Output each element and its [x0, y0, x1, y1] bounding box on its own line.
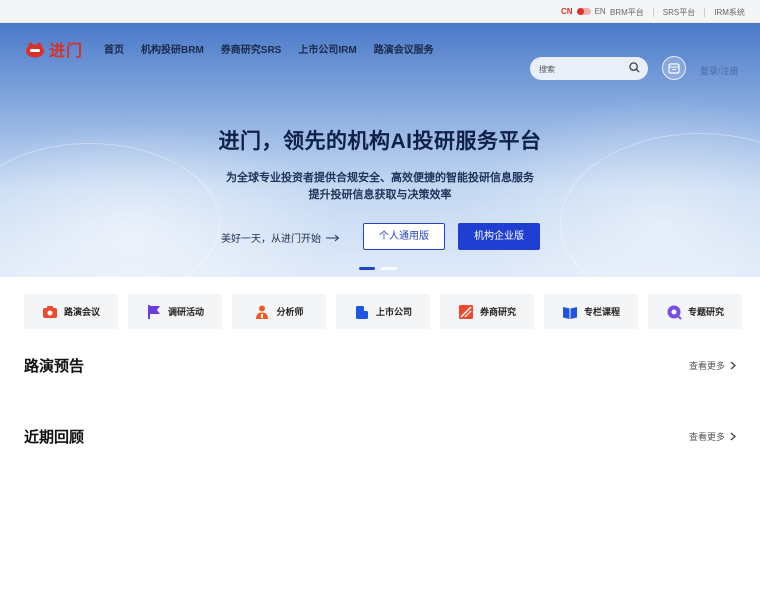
- hero-title: 进门，领先的机构AI投研服务平台: [218, 130, 542, 153]
- search-placeholder: 搜索: [539, 65, 555, 74]
- language-switch[interactable]: CN EN: [561, 7, 606, 16]
- login-register-link[interactable]: 登录/注册: [700, 64, 739, 77]
- upcoming-roadshows-section: 路演预告 查看更多: [24, 355, 736, 376]
- divider: [704, 8, 706, 17]
- category-topic-research[interactable]: 专题研究: [648, 294, 742, 329]
- logo-text: 进门: [49, 43, 84, 60]
- hero-cta-text: 美好一天，从进门开始: [221, 230, 340, 245]
- link-srs-platform[interactable]: SRS平台: [663, 7, 695, 18]
- section-title-upcoming: 路演预告: [24, 358, 85, 375]
- carousel-indicators: [359, 267, 397, 270]
- top-utility-bar: CN EN BRM平台 SRS平台 IRM系统: [0, 0, 760, 23]
- hero-subtitle-secondary: 提升投研信息获取与决策效率: [308, 189, 452, 201]
- category-label: 调研活动: [167, 307, 204, 317]
- view-more-link[interactable]: 查看更多: [689, 359, 736, 372]
- category-column-course[interactable]: 专栏课程: [544, 294, 638, 329]
- chevron-right-icon: [730, 432, 736, 441]
- category-research-activity[interactable]: 调研活动: [128, 294, 222, 329]
- category-broker-research[interactable]: 券商研究: [440, 294, 534, 329]
- nav-item-brm[interactable]: 机构投研BRM: [141, 41, 204, 56]
- category-roadshow[interactable]: 路演会议: [24, 294, 118, 329]
- enterprise-edition-button[interactable]: 机构企业版: [458, 223, 540, 250]
- view-more-label: 查看更多: [688, 432, 725, 442]
- carousel-dot-active[interactable]: [359, 267, 375, 270]
- search-icon[interactable]: [629, 62, 640, 73]
- carousel-dot[interactable]: [381, 267, 397, 270]
- logo-mark-icon: [26, 42, 44, 58]
- link-brm-platform[interactable]: BRM平台: [610, 7, 644, 18]
- recent-review-section: 近期回顾 查看更多: [24, 426, 736, 447]
- cta-slogan: 美好一天，从进门开始: [221, 234, 321, 245]
- nav-item-home[interactable]: 首页: [104, 41, 124, 56]
- divider: [652, 8, 654, 17]
- nav-item-srs[interactable]: 券商研究SRS: [221, 41, 282, 56]
- nav-menu: 首页 机构投研BRM 券商研究SRS 上市公司IRM 路演会议服务: [104, 41, 451, 56]
- category-label: 路演会议: [63, 307, 100, 317]
- category-label: 专栏课程: [583, 307, 620, 317]
- report-icon: [458, 304, 473, 319]
- flag-icon: [147, 304, 160, 319]
- category-shortcuts: 路演会议 调研活动 分析师 上市公司 券商研究 专栏课程 专题研究: [24, 294, 742, 329]
- view-more-label: 查看更多: [688, 361, 725, 371]
- nav-item-irm[interactable]: 上市公司IRM: [298, 41, 356, 56]
- hero-subtitle: 为全球专业投资者提供合规安全、高效便捷的智能投研信息服务: [226, 172, 534, 184]
- view-more-link[interactable]: 查看更多: [689, 430, 736, 443]
- lang-en[interactable]: EN: [595, 7, 606, 16]
- category-label: 券商研究: [479, 307, 516, 317]
- category-label: 专题研究: [687, 307, 724, 317]
- camera-icon: [42, 305, 57, 318]
- topic-icon: [667, 305, 682, 320]
- book-icon: [562, 306, 577, 319]
- lang-toggle[interactable]: [576, 8, 591, 15]
- person-icon: [256, 305, 269, 319]
- lang-cn[interactable]: CN: [561, 7, 573, 16]
- nav-item-roadshow-service[interactable]: 路演会议服务: [374, 41, 434, 56]
- section-title-recent: 近期回顾: [24, 429, 85, 446]
- category-label: 上市公司: [375, 307, 412, 317]
- arrow-right-icon: [326, 234, 340, 241]
- chevron-right-icon: [730, 361, 736, 370]
- category-listed-company[interactable]: 上市公司: [336, 294, 430, 329]
- personal-edition-button[interactable]: 个人通用版: [363, 223, 445, 250]
- main-nav: 进门 首页 机构投研BRM 券商研究SRS 上市公司IRM 路演会议服务 搜索 …: [0, 23, 760, 80]
- building-icon: [355, 305, 368, 319]
- hero-banner: 进门 首页 机构投研BRM 券商研究SRS 上市公司IRM 路演会议服务 搜索 …: [0, 23, 760, 277]
- site-logo[interactable]: 进门: [24, 37, 83, 61]
- category-analyst[interactable]: 分析师: [232, 294, 326, 329]
- calendar-button[interactable]: [662, 56, 686, 80]
- link-irm-system[interactable]: IRM系统: [714, 7, 745, 18]
- category-label: 分析师: [276, 307, 304, 317]
- search-input[interactable]: 搜索: [530, 57, 648, 80]
- calendar-icon: [668, 63, 680, 74]
